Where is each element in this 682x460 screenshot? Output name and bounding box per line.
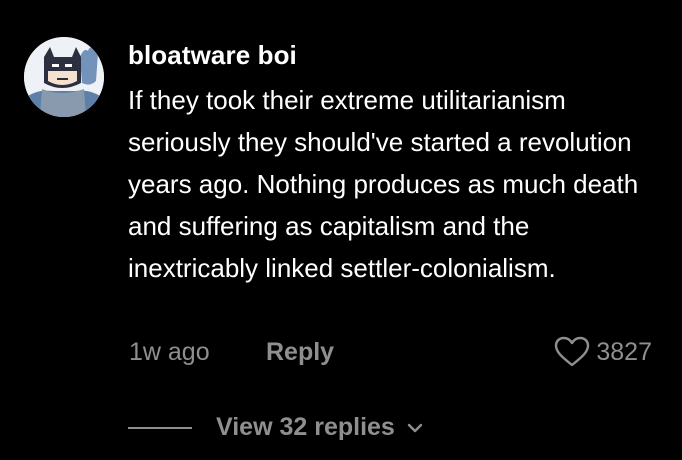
comment-username[interactable]: bloatware boi: [128, 40, 297, 71]
comment-text: If they took their extreme utilitarianis…: [128, 85, 639, 283]
reply-button[interactable]: Reply: [266, 338, 334, 367]
heart-outline-icon: [555, 336, 590, 367]
user-avatar[interactable]: [24, 37, 104, 117]
replies-divider-line: [128, 426, 192, 429]
batman-avatar-icon: [24, 37, 104, 117]
chevron-down-icon: [407, 423, 423, 432]
comment-timestamp: 1w ago: [129, 338, 210, 366]
view-replies-label: View 32 replies: [216, 413, 395, 441]
like-button[interactable]: 3827: [554, 336, 652, 368]
comment-item: bloatware boi If they took their extreme…: [0, 0, 682, 460]
like-count: 3827: [596, 337, 652, 366]
view-replies-button[interactable]: View 32 replies: [128, 413, 423, 442]
